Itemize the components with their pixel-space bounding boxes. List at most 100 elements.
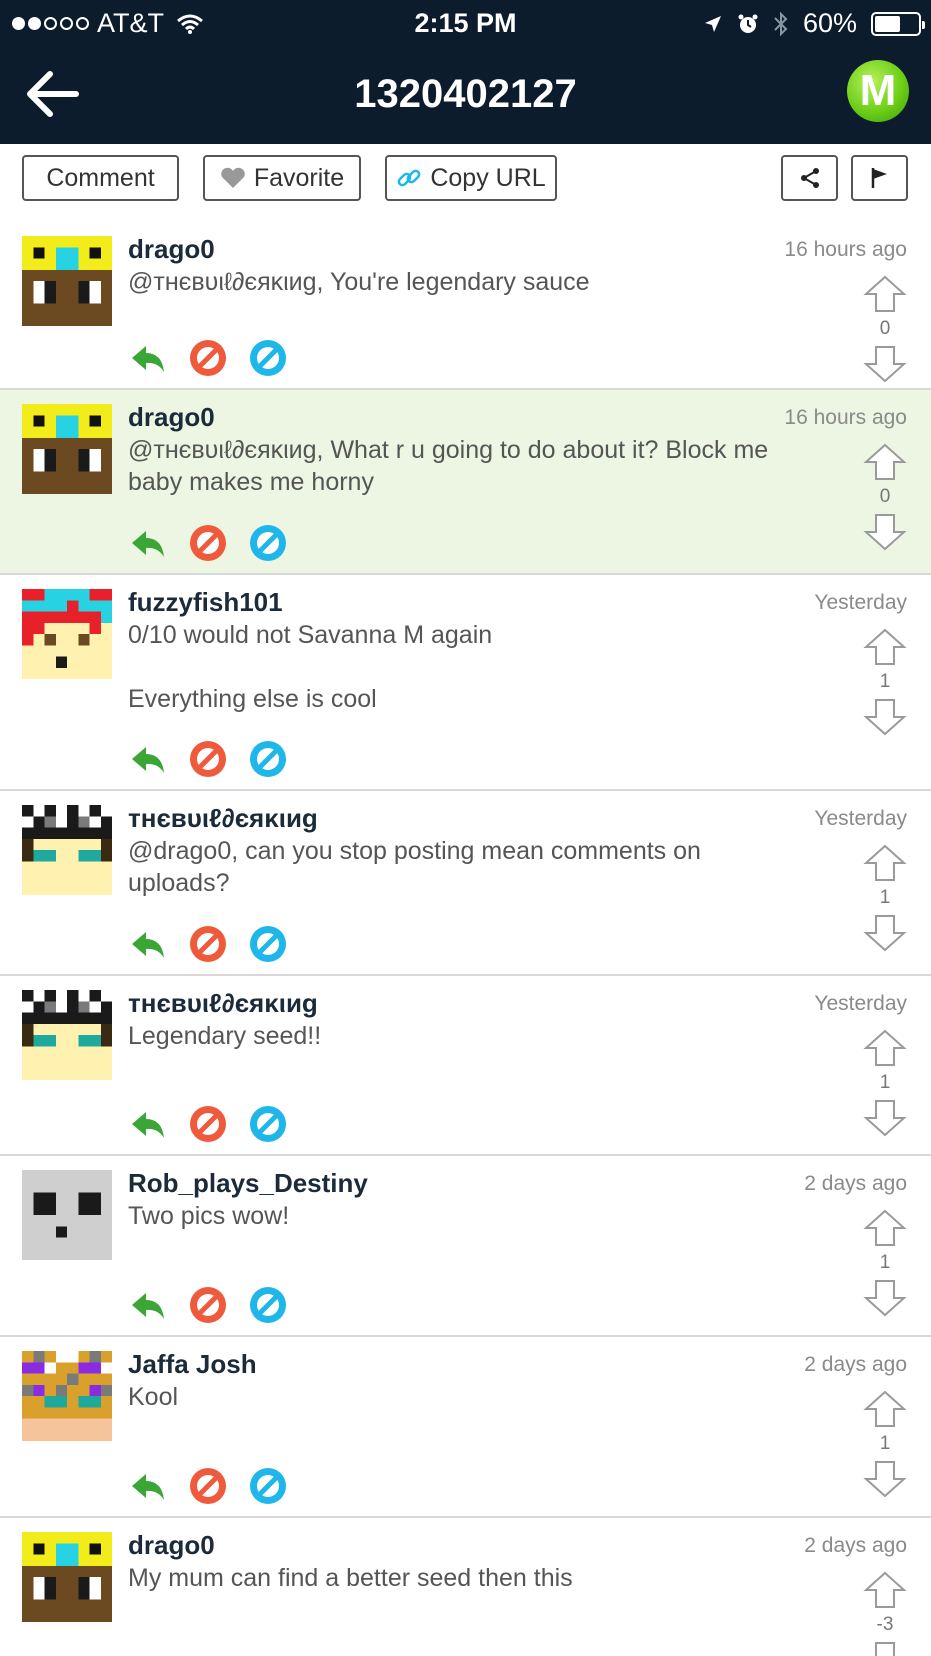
comment-timestamp: Yesterday	[814, 992, 907, 1015]
comment-username[interactable]: ᴛʜєвυιℓ∂єяκιиg	[128, 988, 318, 1019]
vote-control: 0	[863, 274, 907, 384]
status-bar: AT&T 2:15 PM 60%	[0, 0, 931, 46]
comment-row[interactable]: drago0 16 hours ago @ᴛʜєвυιℓ∂єяκιиg, What …	[0, 390, 931, 575]
user-avatar[interactable]	[22, 589, 112, 679]
comment-row[interactable]: Jaffa Josh 2 days ago Kool 1	[0, 1337, 931, 1518]
block-user-icon[interactable]	[188, 338, 228, 378]
bluetooth-icon	[774, 11, 788, 36]
reply-icon[interactable]	[128, 1285, 168, 1325]
comment-text: @ᴛʜєвυιℓ∂єяκιиg, You're legendary sauce	[128, 266, 818, 298]
comment-row[interactable]: ᴛʜєвυιℓ∂єяκιиg Yesterday @drago0, can you …	[0, 791, 931, 976]
block-user-icon[interactable]	[188, 924, 228, 964]
comment-username[interactable]: drago0	[128, 1530, 215, 1561]
avatar-image	[22, 236, 112, 326]
comment-username[interactable]: ᴛʜєвυιℓ∂єяκιиg	[128, 803, 318, 834]
vote-control: 1	[863, 1389, 907, 1499]
reply-icon[interactable]	[128, 739, 168, 779]
upvote-arrow-icon[interactable]	[863, 274, 907, 314]
hide-comment-icon[interactable]	[248, 1466, 288, 1506]
reply-icon[interactable]	[128, 338, 168, 378]
downvote-arrow-icon[interactable]	[863, 1640, 907, 1656]
downvote-arrow-icon[interactable]	[863, 344, 907, 384]
reply-icon[interactable]	[128, 1104, 168, 1144]
vote-control: 1	[863, 843, 907, 953]
comment-timestamp: Yesterday	[814, 807, 907, 830]
action-toolbar: Comment Favorite Copy URL	[0, 144, 931, 222]
comment-text: Kool	[128, 1381, 818, 1413]
user-avatar[interactable]	[22, 1170, 112, 1260]
comment-row[interactable]: ᴛʜєвυιℓ∂єяκιиg Yesterday Legendary seed!! 1	[0, 976, 931, 1156]
downvote-arrow-icon[interactable]	[863, 1278, 907, 1318]
heart-icon	[221, 167, 245, 188]
avatar-image	[22, 805, 112, 895]
comment-row[interactable]: fuzzyfish101 Yesterday 0/10 would not Sava…	[0, 575, 931, 791]
comment-text-line: @ᴛʜєвυιℓ∂єяκιиg, You're legendary sauce	[128, 268, 590, 296]
hide-comment-icon[interactable]	[248, 924, 288, 964]
favorite-button[interactable]: Favorite	[203, 155, 361, 201]
reply-icon[interactable]	[128, 924, 168, 964]
block-user-icon[interactable]	[188, 739, 228, 779]
hide-comment-icon[interactable]	[248, 1104, 288, 1144]
report-button[interactable]	[851, 155, 908, 201]
copy-url-button[interactable]: Copy URL	[385, 155, 557, 201]
downvote-arrow-icon[interactable]	[863, 1098, 907, 1138]
user-avatar[interactable]	[22, 1532, 112, 1622]
vote-count: 1	[879, 1072, 891, 1093]
comment-timestamp: 2 days ago	[804, 1172, 907, 1195]
share-button[interactable]	[781, 155, 838, 201]
reply-icon[interactable]	[128, 1466, 168, 1506]
upvote-arrow-icon[interactable]	[863, 1028, 907, 1068]
comment-row[interactable]: Rob_plays_Destiny 2 days ago Two pics wow!…	[0, 1156, 931, 1337]
vote-count: 0	[879, 318, 891, 339]
vote-control: 1	[863, 1028, 907, 1138]
comment-username[interactable]: fuzzyfish101	[128, 587, 283, 618]
comment-text-line: Kool	[128, 1383, 179, 1411]
upvote-arrow-icon[interactable]	[863, 442, 907, 482]
user-avatar[interactable]	[22, 990, 112, 1080]
user-avatar[interactable]	[22, 1351, 112, 1441]
upvote-arrow-icon[interactable]	[863, 627, 907, 667]
avatar-image	[22, 1351, 112, 1441]
user-avatar[interactable]	[22, 805, 112, 895]
upvote-arrow-icon[interactable]	[863, 1389, 907, 1429]
battery-icon	[871, 11, 925, 36]
nav-bar: 1320402127 M	[0, 46, 931, 144]
vote-count: 1	[879, 1433, 891, 1454]
user-avatar[interactable]	[22, 404, 112, 494]
hide-comment-icon[interactable]	[248, 739, 288, 779]
downvote-arrow-icon[interactable]	[863, 1459, 907, 1499]
app-logo[interactable]: M	[847, 60, 909, 122]
comment-row[interactable]: drago0 2 days ago My mum can find a better…	[0, 1518, 931, 1656]
block-user-icon[interactable]	[188, 1104, 228, 1144]
comment-actions	[128, 523, 288, 563]
hide-comment-icon[interactable]	[248, 1285, 288, 1325]
comment-button[interactable]: Comment	[22, 155, 179, 201]
block-user-icon[interactable]	[188, 1466, 228, 1506]
comment-text: Two pics wow!	[128, 1200, 818, 1232]
comment-username[interactable]: drago0	[128, 402, 215, 433]
vote-control: 1	[863, 627, 907, 737]
app-header: AT&T 2:15 PM 60% 1320402127 M	[0, 0, 931, 144]
upvote-arrow-icon[interactable]	[863, 843, 907, 883]
comment-text-line	[128, 651, 818, 683]
comment-text: @ᴛʜєвυιℓ∂єяκιиg, What r u going to do ab…	[128, 434, 818, 498]
hide-comment-icon[interactable]	[248, 338, 288, 378]
upvote-arrow-icon[interactable]	[863, 1208, 907, 1248]
downvote-arrow-icon[interactable]	[863, 913, 907, 953]
user-avatar[interactable]	[22, 236, 112, 326]
share-icon	[800, 168, 819, 188]
comment-username[interactable]: Jaffa Josh	[128, 1349, 257, 1380]
downvote-arrow-icon[interactable]	[863, 512, 907, 552]
vote-count: 1	[879, 887, 891, 908]
block-user-icon[interactable]	[188, 1285, 228, 1325]
comment-username[interactable]: drago0	[128, 234, 215, 265]
comment-row[interactable]: drago0 16 hours ago @ᴛʜєвυιℓ∂єяκιиg, You'r…	[0, 222, 931, 390]
downvote-arrow-icon[interactable]	[863, 697, 907, 737]
comment-username[interactable]: Rob_plays_Destiny	[128, 1168, 368, 1199]
upvote-arrow-icon[interactable]	[863, 1570, 907, 1610]
avatar-image	[22, 990, 112, 1080]
block-user-icon[interactable]	[188, 523, 228, 563]
comment-actions	[128, 1104, 288, 1144]
hide-comment-icon[interactable]	[248, 523, 288, 563]
reply-icon[interactable]	[128, 523, 168, 563]
